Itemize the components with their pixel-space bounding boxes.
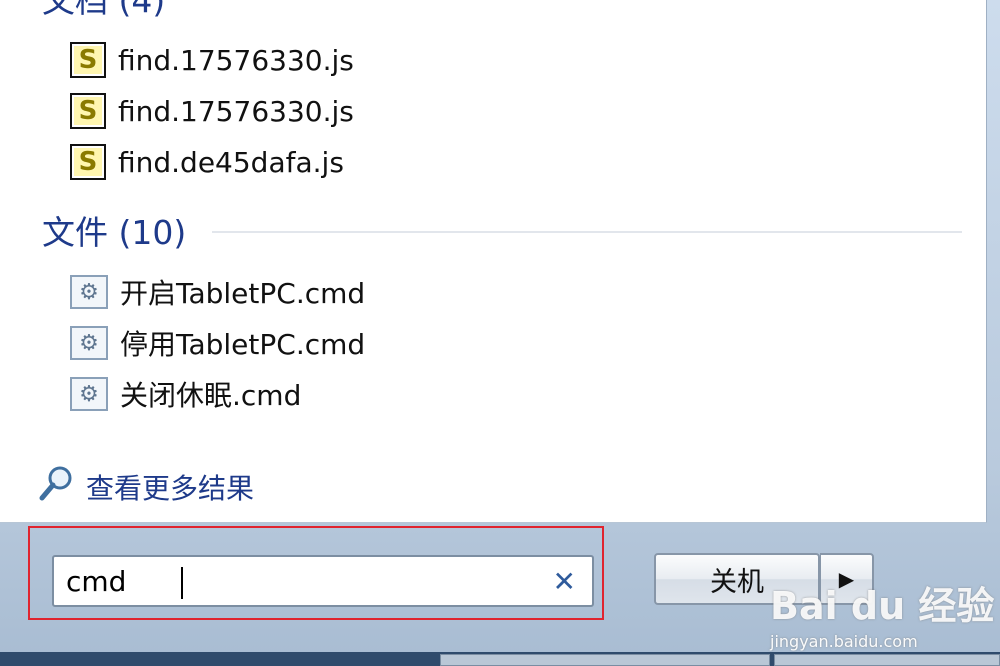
- clear-icon[interactable]: ✕: [553, 565, 576, 598]
- start-menu-frame: 文档 (4) S find.17576330.js S find.1757633…: [0, 0, 1000, 666]
- item-label: find.de45dafa.js: [118, 145, 344, 179]
- search-input[interactable]: [66, 564, 536, 598]
- list-item[interactable]: S find.17576330.js: [70, 38, 354, 82]
- text-caret: [181, 567, 183, 599]
- list-item[interactable]: S find.17576330.js: [70, 89, 354, 133]
- cmd-file-icon: ⚙: [70, 275, 108, 309]
- js-file-icon: S: [70, 42, 106, 78]
- list-item[interactable]: ⚙ 关闭休眠.cmd: [70, 372, 301, 416]
- see-more-results-link[interactable]: 查看更多结果: [38, 466, 254, 508]
- list-item[interactable]: ⚙ 开启TabletPC.cmd: [70, 270, 365, 314]
- group-title-documents: 文档 (4): [42, 0, 166, 20]
- cmd-file-icon: ⚙: [70, 377, 108, 411]
- magnifier-icon: [38, 464, 78, 510]
- cmd-file-icon: ⚙: [70, 326, 108, 360]
- js-file-icon: S: [70, 93, 106, 129]
- watermark-url: jingyan.baidu.com: [770, 632, 918, 651]
- item-label: 关闭休眠.cmd: [120, 379, 302, 412]
- group-title-files: 文件 (10): [42, 213, 187, 252]
- item-label: 开启TabletPC.cmd: [120, 277, 366, 310]
- item-label: find.17576330.js: [118, 43, 354, 77]
- taskbar-item[interactable]: [774, 654, 1000, 666]
- taskbar: [0, 652, 1000, 666]
- taskbar-item[interactable]: [440, 654, 770, 666]
- group-divider: [212, 231, 962, 233]
- group-header-files[interactable]: 文件 (10): [42, 210, 186, 252]
- list-item[interactable]: S find.de45dafa.js: [70, 140, 344, 184]
- search-box[interactable]: ✕: [52, 555, 594, 607]
- search-results-panel: 文档 (4) S find.17576330.js S find.1757633…: [0, 0, 987, 523]
- watermark: Bai du 经验 jingyan.baidu.com: [770, 575, 995, 651]
- list-item[interactable]: ⚙ 停用TabletPC.cmd: [70, 321, 365, 365]
- see-more-results-label: 查看更多结果: [86, 472, 255, 505]
- js-file-icon: S: [70, 144, 106, 180]
- watermark-logo: Bai du 经验: [770, 584, 995, 628]
- item-label: 停用TabletPC.cmd: [120, 328, 366, 361]
- group-header-documents[interactable]: 文档 (4): [42, 0, 165, 20]
- shutdown-label: 关机: [710, 566, 764, 598]
- item-label: find.17576330.js: [118, 94, 354, 128]
